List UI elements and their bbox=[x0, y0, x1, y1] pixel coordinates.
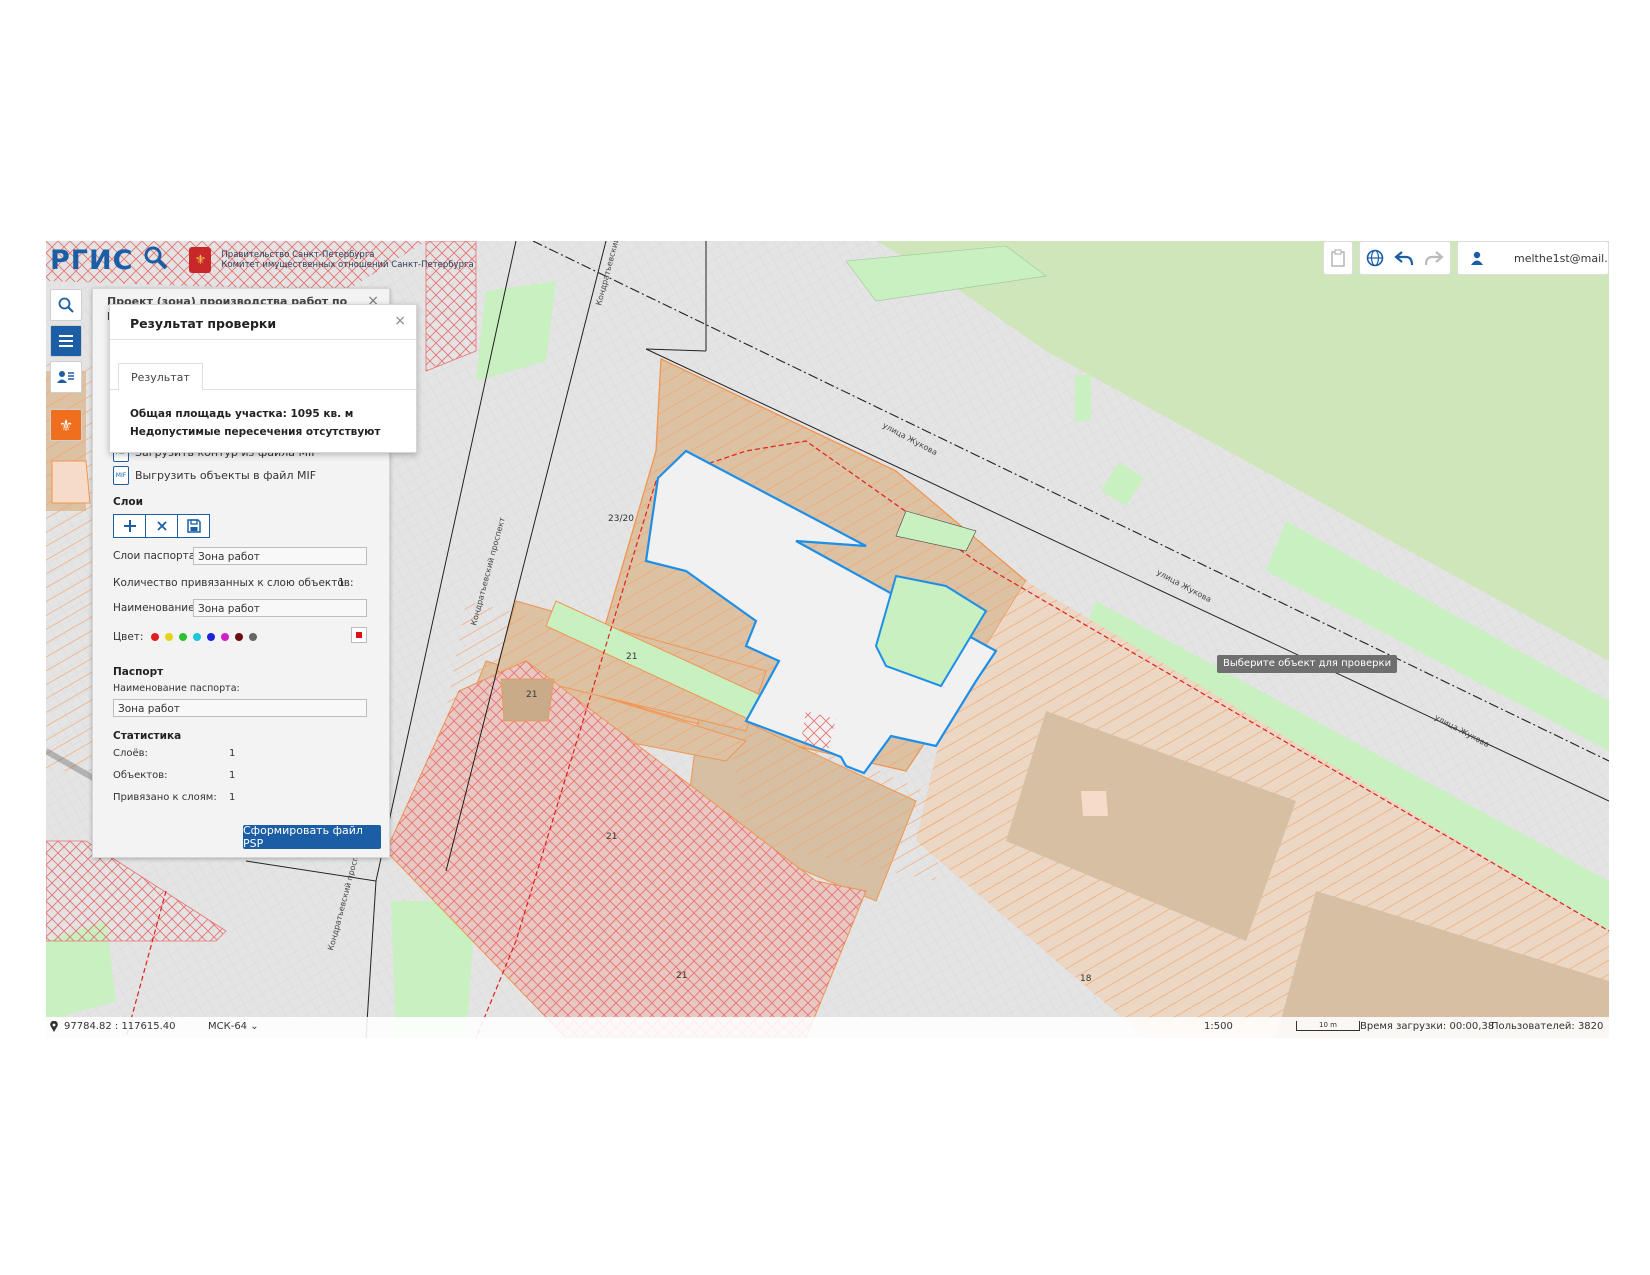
add-layer-button[interactable] bbox=[113, 514, 146, 538]
layer-actions bbox=[113, 514, 210, 538]
generate-psp-button[interactable]: Сформировать файл PSP bbox=[243, 824, 381, 850]
delete-layer-button[interactable] bbox=[145, 514, 178, 538]
area-result: Общая площадь участка: 1095 кв. м bbox=[130, 408, 354, 420]
intersections-result: Недопустимые пересечения отсутствуют bbox=[130, 426, 381, 438]
check-result-dialog: Результат проверки × Результат Общая пло… bbox=[109, 304, 417, 453]
divider bbox=[110, 339, 416, 340]
parcel-label: 21 bbox=[676, 971, 687, 981]
color-picker-row: Цвет: bbox=[113, 631, 258, 643]
color-swatch[interactable] bbox=[235, 633, 244, 641]
status-bar: 97784.82 : 117615.40 МСК-64 ⌄ 1:500 10 m… bbox=[46, 1017, 1609, 1038]
layers-title: Слои bbox=[113, 496, 143, 508]
color-label: Цвет: bbox=[113, 631, 144, 643]
stat-linked: Привязано к слоям: 1 bbox=[113, 792, 236, 803]
green-strip bbox=[1075, 375, 1091, 421]
linked-count-value: 1 bbox=[338, 577, 345, 589]
color-swatch[interactable] bbox=[165, 633, 174, 641]
mif-file-icon: MIF bbox=[113, 466, 129, 485]
stats-title: Статистика bbox=[113, 730, 182, 742]
menu-button[interactable] bbox=[50, 325, 82, 357]
close-icon bbox=[156, 521, 167, 531]
clipboard-icon bbox=[1331, 249, 1345, 267]
save-icon bbox=[186, 519, 201, 533]
color-swatch[interactable] bbox=[249, 633, 258, 641]
tab-result[interactable]: Результат bbox=[118, 363, 203, 391]
scale-bar-label: 10 m bbox=[1319, 1021, 1337, 1029]
scale-bar: 10 m bbox=[1296, 1021, 1360, 1031]
passport-layers-select[interactable]: Зона работ bbox=[193, 547, 367, 565]
gov-title: Правительство Санкт-Петербурга Комитет и… bbox=[221, 250, 473, 270]
color-swatch[interactable] bbox=[179, 633, 188, 641]
gov-line-2: Комитет имущественных отношений Санкт-Пе… bbox=[221, 260, 474, 270]
gov-line-1: Правительство Санкт-Петербурга bbox=[221, 250, 375, 260]
layer-name-input[interactable]: Зона работ bbox=[193, 599, 367, 617]
user-menu[interactable]: melthe1st@mail. bbox=[1457, 241, 1609, 275]
history-controls bbox=[1359, 241, 1451, 275]
user-list-icon bbox=[57, 371, 74, 383]
selected-color-swatch bbox=[356, 632, 362, 638]
location-pin-icon bbox=[50, 1020, 58, 1035]
color-swatches bbox=[151, 633, 258, 641]
color-swatch[interactable] bbox=[151, 633, 160, 641]
redo-icon[interactable] bbox=[1424, 250, 1444, 266]
color-swatch[interactable] bbox=[207, 633, 216, 641]
user-list-button[interactable] bbox=[50, 361, 82, 393]
color-swatch[interactable] bbox=[221, 633, 230, 641]
undo-icon[interactable] bbox=[1394, 250, 1414, 266]
passport-layers-label: Слои паспорта: bbox=[113, 550, 199, 562]
menu-icon bbox=[59, 335, 73, 347]
close-icon[interactable]: × bbox=[394, 313, 406, 329]
load-time: Время загрузки: 00:00,38 bbox=[1360, 1021, 1495, 1032]
app-header: РГИС ⚜ Правительство Санкт-Петербурга Ко… bbox=[50, 243, 474, 277]
chevron-down-icon: ⌄ bbox=[250, 1021, 259, 1032]
building-small bbox=[500, 678, 555, 722]
color-swatch[interactable] bbox=[193, 633, 202, 641]
plus-icon bbox=[123, 520, 136, 532]
search-button[interactable] bbox=[50, 289, 82, 321]
parcel-label: 18 bbox=[1080, 974, 1092, 984]
crs-value: МСК-64 bbox=[208, 1021, 248, 1032]
globe-icon[interactable] bbox=[1366, 249, 1384, 267]
linked-count-label: Количество привязанных к слою объектов: bbox=[113, 577, 354, 589]
building bbox=[51, 460, 91, 504]
parcel-label: 21 bbox=[626, 652, 637, 662]
passport-name-label: Наименование паспорта: bbox=[113, 683, 240, 694]
mif-export-button[interactable]: MIF Выгрузить объекты в файл MIF bbox=[113, 466, 316, 485]
coat-of-arms-icon: ⚜ bbox=[58, 415, 74, 435]
user-icon bbox=[1471, 251, 1483, 265]
color-picker-button[interactable] bbox=[351, 627, 367, 643]
users-count: Пользователей: 3820 bbox=[1491, 1021, 1604, 1032]
parcel-label: 21 bbox=[526, 690, 537, 700]
passport-name-input[interactable]: Зона работ bbox=[113, 699, 367, 717]
top-right-toolbar: melthe1st@mail. bbox=[1323, 241, 1609, 275]
stat-objects: Объектов: 1 bbox=[113, 770, 236, 781]
building-small bbox=[1081, 791, 1108, 816]
name-label: Наименование: bbox=[113, 602, 199, 614]
parcel-label: 23/20 bbox=[608, 514, 634, 524]
stat-layers: Слоёв: 1 bbox=[113, 748, 236, 759]
passport-title: Паспорт bbox=[113, 666, 164, 678]
map-application: 23/20 21 21 21 21 18 улица Жукова улица … bbox=[46, 241, 1609, 1038]
crs-select[interactable]: МСК-64 ⌄ bbox=[208, 1021, 259, 1032]
user-email: melthe1st@mail. bbox=[1514, 251, 1608, 265]
app-logo[interactable]: РГИС bbox=[50, 245, 133, 276]
map-tooltip: Выберите объект для проверки bbox=[1217, 655, 1398, 673]
scale-value: 1:500 bbox=[1204, 1021, 1233, 1032]
left-toolbar: ⚜ bbox=[50, 289, 82, 441]
search-logo-icon bbox=[143, 245, 169, 275]
coat-of-arms-icon: ⚜ bbox=[189, 247, 212, 273]
clipboard-button[interactable] bbox=[1323, 241, 1353, 275]
spb-layer-button[interactable]: ⚜ bbox=[50, 409, 82, 441]
dialog-title: Результат проверки bbox=[130, 316, 277, 331]
parcel-label: 21 bbox=[606, 832, 617, 842]
search-icon bbox=[58, 297, 74, 313]
save-layer-button[interactable] bbox=[177, 514, 210, 538]
cursor-coordinates: 97784.82 : 117615.40 bbox=[64, 1021, 176, 1032]
mif-export-label: Выгрузить объекты в файл MIF bbox=[135, 469, 317, 482]
